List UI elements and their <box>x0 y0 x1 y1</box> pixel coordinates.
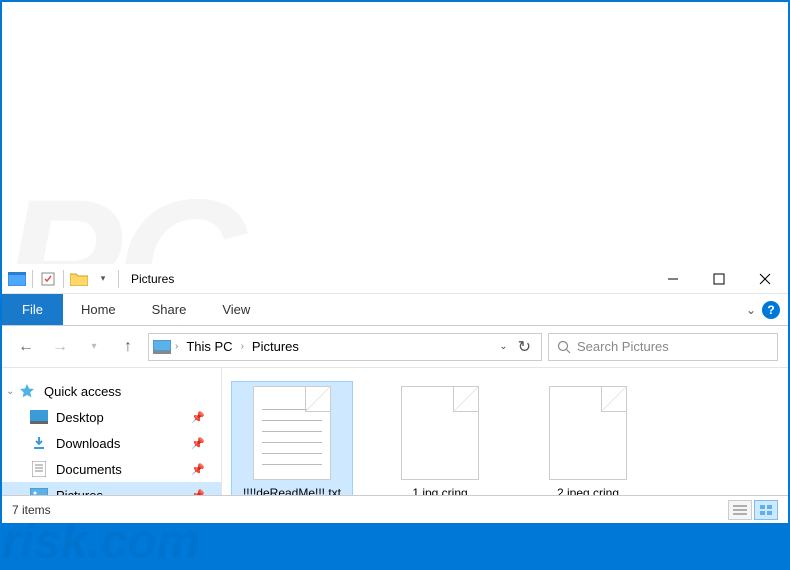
downloads-icon <box>30 434 48 452</box>
qat-dropdown-icon[interactable]: ▾ <box>92 268 114 290</box>
up-button[interactable]: ↑ <box>114 333 142 361</box>
file-item[interactable]: 2.jpeg.cring <box>528 382 648 495</box>
tab-share[interactable]: Share <box>134 294 205 325</box>
address-dropdown-icon[interactable]: ⌄ <box>499 341 507 352</box>
window-controls <box>650 264 788 294</box>
sidebar-item-label: Pictures <box>56 488 103 496</box>
ribbon-expand-icon[interactable]: ⌄ <box>746 303 756 317</box>
address-bar[interactable]: › This PC › Pictures ⌄ ↻ <box>148 333 542 361</box>
file-list[interactable]: !!!!deReadMe!!!.txt 1.jpg.cring 2.jpeg.cri… <box>222 368 788 495</box>
help-icon[interactable]: ? <box>762 301 780 319</box>
chevron-right-icon[interactable]: › <box>173 341 180 352</box>
sidebar-item-label: Documents <box>56 462 122 477</box>
sidebar-item-desktop[interactable]: Desktop 📌 <box>2 404 221 430</box>
back-button[interactable]: ← <box>12 333 40 361</box>
tab-home[interactable]: Home <box>63 294 134 325</box>
search-icon <box>557 340 571 354</box>
address-row: ← → ▾ ↑ › This PC › Pictures ⌄ ↻ <box>2 326 788 368</box>
statusbar: 7 items <box>2 495 788 523</box>
pin-icon: 📌 <box>191 437 205 450</box>
sidebar-item-pictures[interactable]: Pictures 📌 <box>2 482 221 495</box>
desktop-icon <box>30 408 48 426</box>
blank-file-icon <box>549 386 627 480</box>
search-input[interactable] <box>577 339 769 354</box>
minimize-button[interactable] <box>650 264 696 294</box>
breadcrumb-label: This PC <box>186 339 232 354</box>
main-area: ⌄ Quick access Desktop 📌 Downloads 📌 Doc <box>2 368 788 495</box>
folder-icon[interactable] <box>68 268 90 290</box>
file-item[interactable]: 1.jpg.cring <box>380 382 500 495</box>
sidebar-item-downloads[interactable]: Downloads 📌 <box>2 430 221 456</box>
navigation-pane: ⌄ Quick access Desktop 📌 Downloads 📌 Doc <box>2 368 222 495</box>
file-tab[interactable]: File <box>2 294 63 325</box>
file-name-label: !!!!deReadMe!!!.txt <box>243 486 341 495</box>
sidebar-quick-access[interactable]: ⌄ Quick access <box>2 378 221 404</box>
sidebar-item-label: Quick access <box>44 384 121 399</box>
breadcrumb-this-pc[interactable]: This PC <box>182 339 236 354</box>
blank-file-icon <box>401 386 479 480</box>
sidebar-item-label: Desktop <box>56 410 104 425</box>
pin-icon: 📌 <box>191 411 205 424</box>
explorer-window: PC risk.com ▾ Pictures File Home <box>2 2 788 523</box>
ribbon: File Home Share View ⌄ ? <box>2 294 788 326</box>
quick-access-toolbar: ▾ <box>2 268 125 290</box>
properties-icon[interactable] <box>37 268 59 290</box>
pin-icon: 📌 <box>191 463 205 476</box>
file-item[interactable]: !!!!deReadMe!!!.txt <box>232 382 352 495</box>
location-icon <box>153 338 171 356</box>
pictures-icon <box>30 486 48 495</box>
search-box[interactable] <box>548 333 778 361</box>
tab-view[interactable]: View <box>204 294 268 325</box>
chevron-down-icon[interactable]: ⌄ <box>6 386 14 397</box>
chevron-right-icon[interactable]: › <box>239 341 246 352</box>
details-view-button[interactable] <box>728 500 752 520</box>
documents-icon <box>30 460 48 478</box>
titlebar: ▾ Pictures <box>2 264 788 294</box>
text-file-icon <box>253 386 331 480</box>
icons-view-button[interactable] <box>754 500 778 520</box>
close-button[interactable] <box>742 264 788 294</box>
forward-button[interactable]: → <box>46 333 74 361</box>
star-icon <box>18 382 36 400</box>
window-title: Pictures <box>131 272 174 286</box>
explorer-app-icon[interactable] <box>6 268 28 290</box>
maximize-button[interactable] <box>696 264 742 294</box>
refresh-icon[interactable]: ↻ <box>518 337 531 357</box>
breadcrumb-pictures[interactable]: Pictures <box>248 339 303 354</box>
file-name-label: 2.jpeg.cring <box>557 486 619 495</box>
file-name-label: 1.jpg.cring <box>412 486 467 495</box>
breadcrumb-label: Pictures <box>252 339 299 354</box>
watermark-sub: risk.com <box>2 515 788 570</box>
recent-dropdown[interactable]: ▾ <box>80 333 108 361</box>
item-count: 7 items <box>12 503 51 517</box>
sidebar-item-label: Downloads <box>56 436 120 451</box>
sidebar-item-documents[interactable]: Documents 📌 <box>2 456 221 482</box>
